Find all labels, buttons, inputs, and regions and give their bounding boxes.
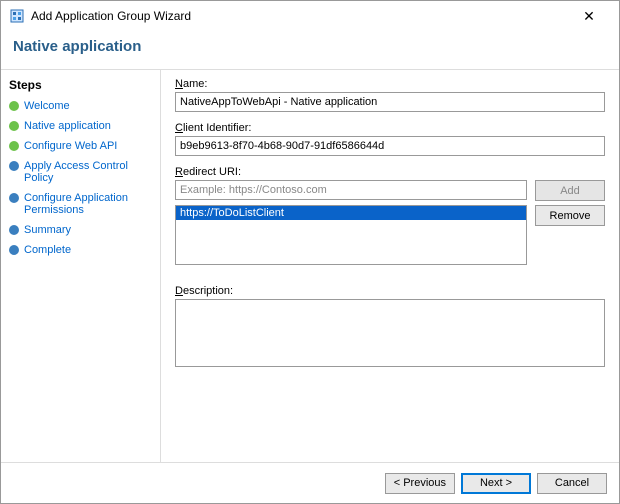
step-bullet-icon — [9, 121, 19, 131]
step-bullet-icon — [9, 101, 19, 111]
step-configure-application-permissions[interactable]: Configure Application Permissions — [9, 192, 156, 216]
steps-panel: Steps Welcome Native application Configu… — [1, 70, 161, 462]
remove-button[interactable]: Remove — [535, 205, 605, 226]
description-label: Description: — [175, 285, 605, 297]
wizard-window: Add Application Group Wizard ✕ Native ap… — [0, 0, 620, 504]
step-configure-web-api[interactable]: Configure Web API — [9, 140, 156, 152]
step-welcome[interactable]: Welcome — [9, 100, 156, 112]
footer: < Previous Next > Cancel — [1, 462, 619, 503]
name-input[interactable] — [175, 92, 605, 112]
cancel-button[interactable]: Cancel — [537, 473, 607, 494]
close-button[interactable]: ✕ — [567, 2, 611, 30]
description-input[interactable] — [175, 299, 605, 367]
window-title: Add Application Group Wizard — [31, 9, 567, 23]
step-bullet-icon — [9, 193, 19, 203]
next-button[interactable]: Next > — [461, 473, 531, 494]
step-bullet-icon — [9, 225, 19, 235]
content-panel: Name: Client Identifier: Redirect URI: A… — [161, 70, 619, 462]
step-label: Summary — [24, 224, 71, 236]
step-label: Configure Web API — [24, 140, 117, 152]
body: Steps Welcome Native application Configu… — [1, 70, 619, 462]
step-label: Configure Application Permissions — [24, 192, 156, 216]
step-complete[interactable]: Complete — [9, 244, 156, 256]
client-id-input[interactable] — [175, 136, 605, 156]
step-bullet-icon — [9, 141, 19, 151]
titlebar: Add Application Group Wizard ✕ — [1, 1, 619, 32]
previous-button[interactable]: < Previous — [385, 473, 455, 494]
step-bullet-icon — [9, 245, 19, 255]
steps-heading: Steps — [9, 78, 156, 92]
step-label: Apply Access Control Policy — [24, 160, 156, 184]
client-id-label: Client Identifier: — [175, 122, 605, 134]
page-title: Native application — [1, 32, 619, 70]
step-label: Complete — [24, 244, 71, 256]
redirect-uri-label: Redirect URI: — [175, 166, 605, 178]
step-label: Welcome — [24, 100, 70, 112]
redirect-uri-list[interactable]: https://ToDoListClient — [175, 205, 527, 265]
step-summary[interactable]: Summary — [9, 224, 156, 236]
name-label: Name: — [175, 78, 605, 90]
step-apply-access-control-policy[interactable]: Apply Access Control Policy — [9, 160, 156, 184]
redirect-uri-input[interactable] — [175, 180, 527, 200]
add-button: Add — [535, 180, 605, 201]
step-label: Native application — [24, 120, 111, 132]
step-bullet-icon — [9, 161, 19, 171]
app-icon — [9, 8, 25, 24]
list-item[interactable]: https://ToDoListClient — [176, 206, 526, 220]
step-native-application[interactable]: Native application — [9, 120, 156, 132]
